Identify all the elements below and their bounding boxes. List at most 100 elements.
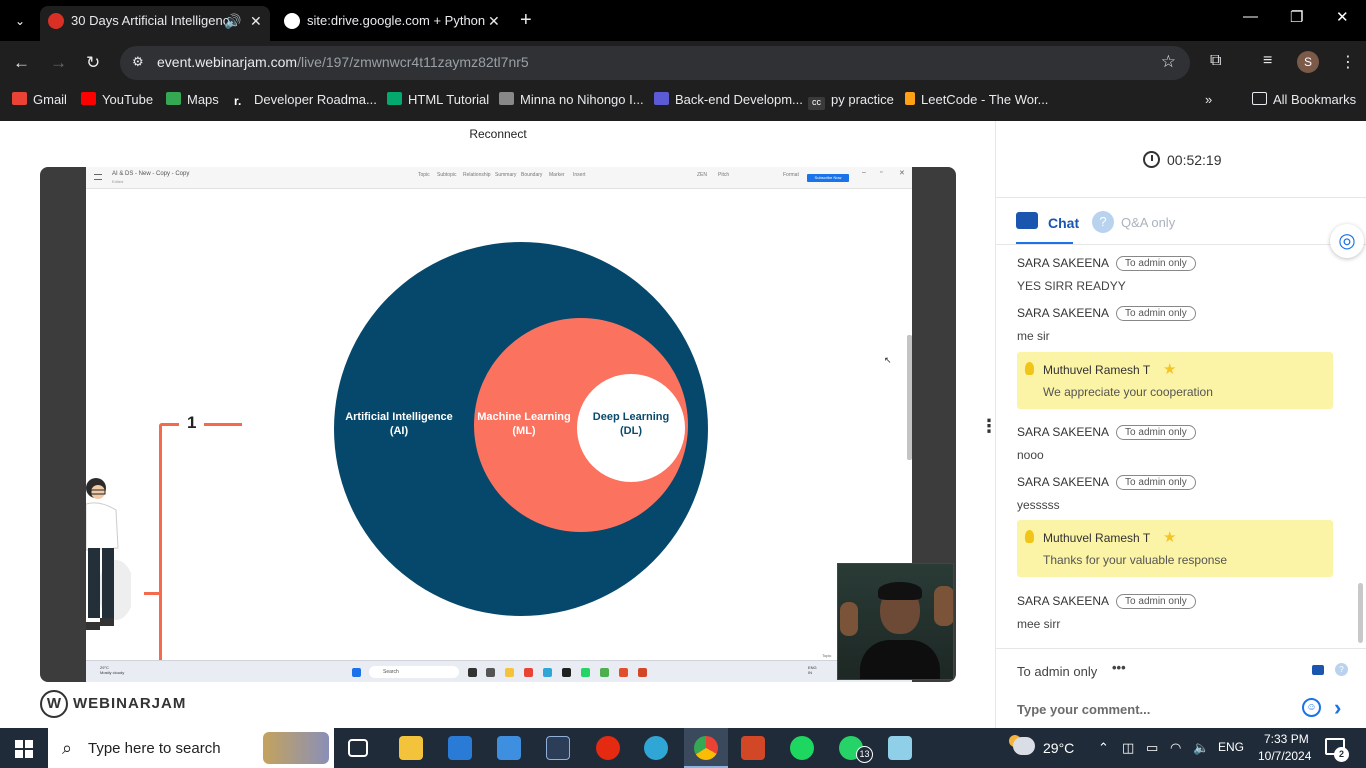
url-text[interactable]: event.webinarjam.com/live/197/zmwnwcr4t1… [157, 54, 529, 70]
chrome-icon[interactable] [694, 736, 718, 760]
minimize-icon[interactable]: — [1243, 8, 1258, 25]
extensions-icon[interactable]: ⧉ [1210, 52, 1221, 70]
taskbar-search[interactable]: ⌕ Type here to search [48, 728, 334, 768]
bookmark-minna-no-nihongo[interactable]: Minna no Nihongo I... [499, 92, 644, 107]
clock-time[interactable]: 7:33 PM [1264, 732, 1309, 746]
back-icon[interactable]: ← [13, 53, 30, 73]
audience-more-icon[interactable]: ••• [1112, 660, 1126, 675]
address-bar[interactable]: ⚙ event.webinarjam.com/live/197/zmwnwcr4… [120, 46, 1190, 80]
chat-mode-icon[interactable] [1312, 665, 1324, 675]
shared-restore-icon: ▫ [880, 169, 883, 176]
chat-scrollbar[interactable] [1358, 583, 1363, 643]
presentation-stage: AI & DS - New - Copy - Copy Edited Topic… [40, 167, 956, 682]
comment-input[interactable] [1017, 699, 1287, 719]
shared-app-icon [562, 668, 571, 677]
volume-icon[interactable]: 🔈 [1193, 740, 1209, 756]
tab-search-button[interactable]: ⌄ [10, 11, 30, 31]
shared-tool-pitch: Pitch [718, 172, 730, 178]
message-text: me sir [1017, 329, 1050, 343]
tab-google-search[interactable]: site:drive.google.com + Python ✕ [276, 6, 506, 36]
clock-date[interactable]: 10/7/2024 [1258, 749, 1311, 763]
camera-icon[interactable]: ◫ [1122, 740, 1134, 756]
shared-app-icon [524, 668, 533, 677]
edge-icon[interactable] [644, 736, 668, 760]
tab-chat[interactable]: Chat [1016, 211, 1079, 244]
file-explorer-icon[interactable] [399, 736, 423, 760]
qa-mode-icon[interactable]: ? [1335, 663, 1348, 676]
bracket-line [159, 423, 162, 663]
taskbar-temperature[interactable]: 29°C [1043, 740, 1074, 756]
bookmark-maps[interactable]: Maps [166, 92, 219, 107]
forward-icon[interactable]: → [50, 53, 67, 73]
bookmark-html-tutorial[interactable]: HTML Tutorial [387, 92, 489, 107]
wifi-icon[interactable]: ◠ [1170, 740, 1181, 756]
host-text: We appreciate your cooperation [1043, 385, 1213, 399]
record-icon[interactable] [596, 736, 620, 760]
message-text: mee sirr [1017, 617, 1061, 631]
video-thumbnail-icon [499, 92, 514, 105]
chat-message: SARA SAKEENA To admin only nooo [1017, 423, 1337, 462]
visibility-badge: To admin only [1116, 594, 1196, 609]
spotify-icon[interactable] [790, 736, 814, 760]
close-window-icon[interactable]: ✕ [1336, 8, 1349, 26]
bookmark-backend-development[interactable]: Back-end Developm... [654, 92, 803, 107]
mail-icon[interactable] [497, 736, 521, 760]
chat-message: SARA SAKEENA To admin only YES SIRR READY… [1017, 254, 1337, 293]
reconnect-button[interactable]: Reconnect [462, 124, 534, 144]
show-hidden-icons-icon[interactable]: ⌃ [1098, 740, 1109, 756]
close-tab-icon[interactable]: ✕ [250, 6, 262, 36]
chat-message: SARA SAKEENA To admin only mee sirr [1017, 592, 1337, 631]
battery-icon[interactable]: ▭ [1146, 740, 1158, 756]
terminal-icon[interactable] [546, 736, 570, 760]
bookmarks-overflow-icon[interactable]: » [1205, 92, 1212, 107]
url-host: event.webinarjam.com [157, 54, 298, 70]
all-bookmarks[interactable]: All Bookmarks [1252, 92, 1356, 107]
profile-avatar[interactable]: S [1297, 51, 1319, 73]
bookmark-developer-roadmap[interactable]: r. Developer Roadma... [234, 92, 377, 108]
bookmark-star-icon[interactable]: ☆ [1161, 52, 1176, 72]
star-icon: ★ [1163, 529, 1177, 546]
host-name: Muthuvel Ramesh T [1043, 531, 1151, 545]
send-icon[interactable]: › [1334, 695, 1341, 721]
webinarjam-favicon-icon [48, 13, 64, 29]
bookmark-label: All Bookmarks [1273, 92, 1357, 107]
close-tab-icon[interactable]: ✕ [488, 6, 500, 36]
restore-icon[interactable]: ❐ [1290, 8, 1303, 26]
shared-tool-format: Format [783, 172, 799, 178]
reload-icon[interactable]: ↻ [86, 53, 100, 73]
microsoft-store-icon[interactable] [448, 736, 472, 760]
bookmark-youtube[interactable]: YouTube [81, 92, 153, 107]
weather-cloud-icon[interactable] [1013, 737, 1035, 755]
media-controls-icon[interactable]: ≡ [1263, 52, 1272, 70]
leetcode-icon [905, 92, 915, 105]
sender-name: SARA SAKEENA [1017, 594, 1110, 608]
shared-app-icon [486, 668, 495, 677]
shared-doc-status: Edited [112, 179, 124, 184]
browser-toolbar: ← → ↻ ⚙ event.webinarjam.com/live/197/zm… [0, 41, 1366, 85]
windows-start-icon[interactable] [15, 740, 33, 758]
shared-region: IN [808, 670, 812, 675]
message-text: YES SIRR READYY [1017, 279, 1126, 293]
message-text: yesssss [1017, 498, 1060, 512]
audience-selector[interactable]: To admin only ••• ? [996, 648, 1366, 692]
windows-taskbar: ⌕ Type here to search 13 29°C ⌃ ◫ ▭ ◠ 🔈 … [0, 728, 1366, 768]
emoji-icon[interactable]: ☺ [1302, 698, 1321, 717]
bookmark-label: Developer Roadma... [254, 92, 377, 107]
bookmark-leetcode[interactable]: LeetCode - The Wor... [905, 92, 1048, 107]
shared-app-icon [468, 668, 477, 677]
presenter-webcam [837, 563, 954, 680]
bookmark-py-practice[interactable]: cc py practice [808, 92, 894, 110]
floating-assistant-icon[interactable]: ◎ [1330, 224, 1364, 258]
notepad-icon[interactable] [888, 736, 912, 760]
timer-value: 00:52:19 [1167, 152, 1222, 168]
powerpoint-icon[interactable] [741, 736, 765, 760]
task-view-icon[interactable] [348, 739, 368, 757]
shared-app-icon [619, 668, 628, 677]
tab-audio-icon[interactable]: 🔊 [224, 6, 241, 36]
site-info-icon[interactable]: ⚙ [132, 54, 150, 72]
more-menu-icon[interactable]: ⋮ [1340, 52, 1356, 72]
new-tab-button[interactable]: + [520, 9, 532, 32]
tab-webinar[interactable]: 30 Days Artificial Intelligenc 🔊 ✕ [40, 6, 270, 41]
bookmark-gmail[interactable]: Gmail [12, 92, 67, 107]
language-indicator[interactable]: ENG [1218, 740, 1244, 754]
